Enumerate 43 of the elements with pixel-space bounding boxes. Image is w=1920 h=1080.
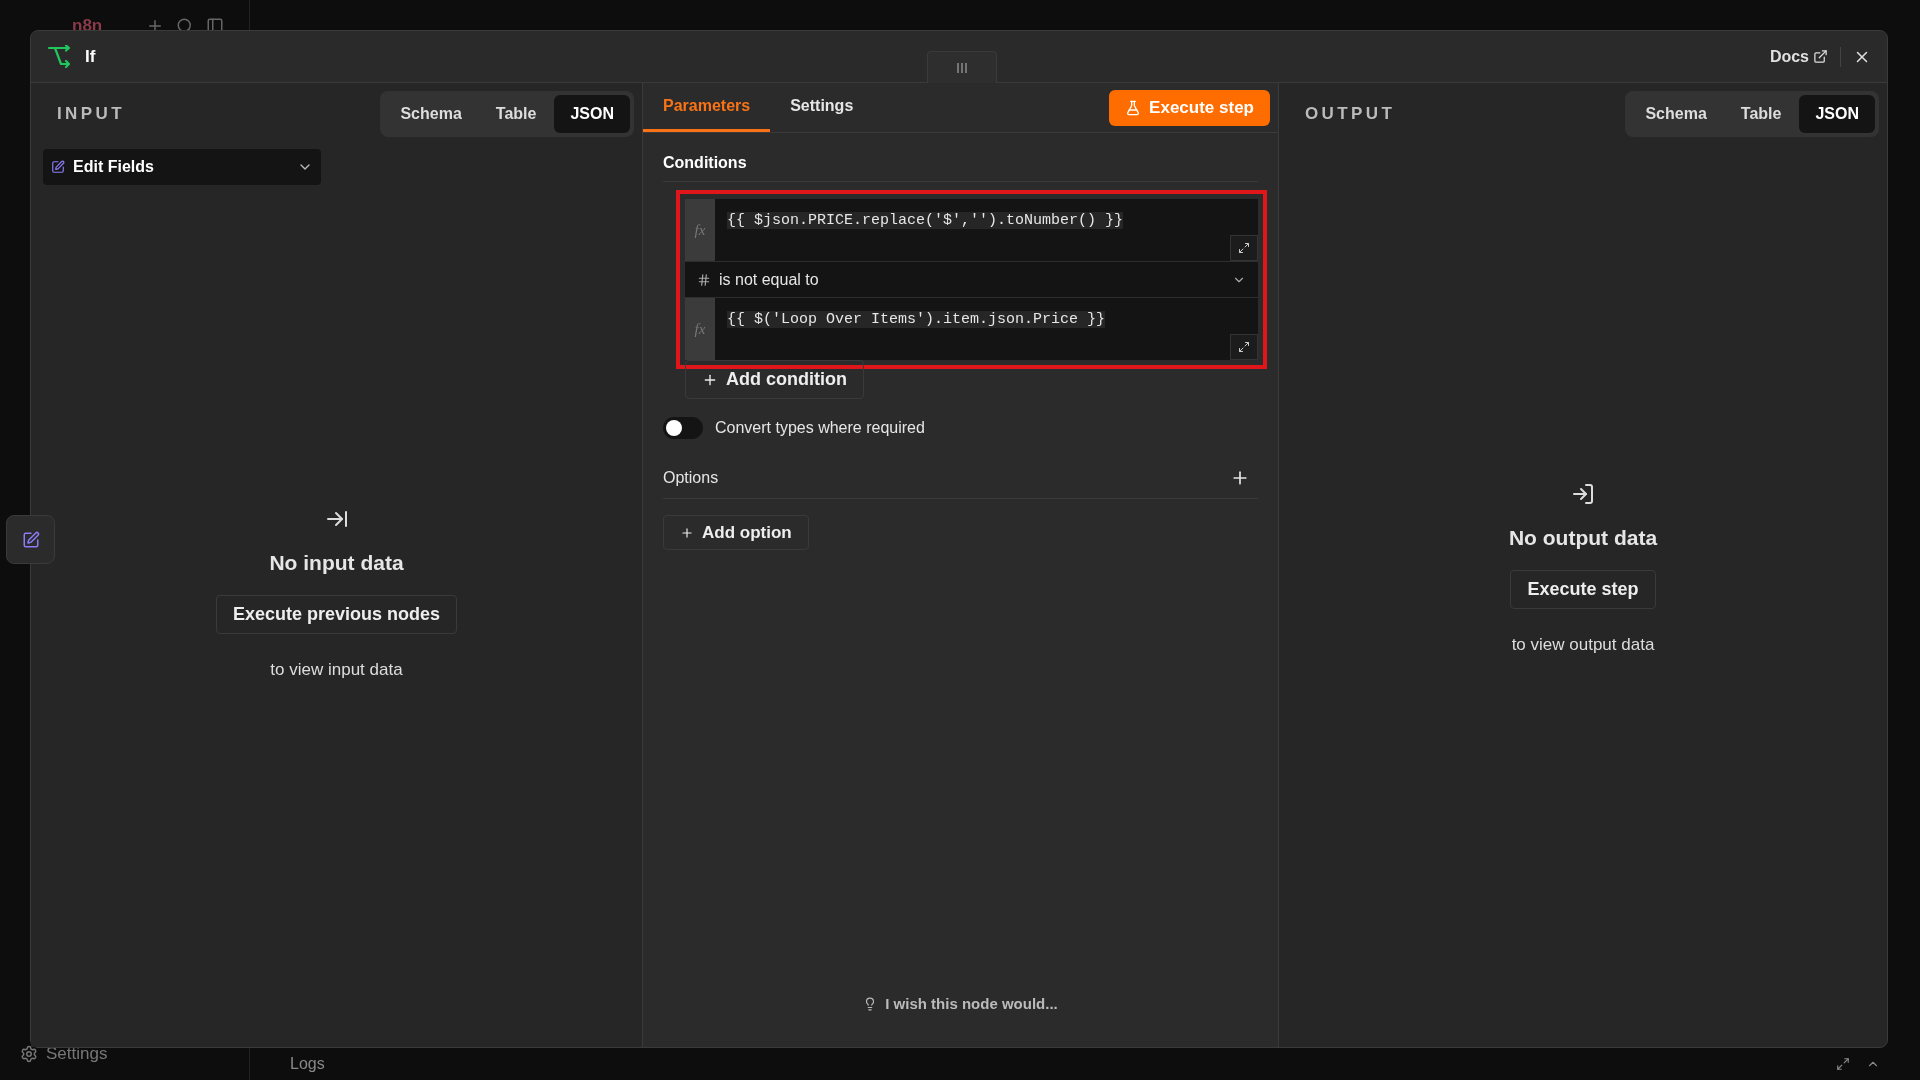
execute-step-button[interactable]: Execute step xyxy=(1510,569,1656,609)
operator-select[interactable]: is not equal to xyxy=(685,261,1258,298)
toggle-switch[interactable] xyxy=(663,417,703,439)
fx-icon: fx xyxy=(685,199,715,261)
settings-icon[interactable] xyxy=(20,1045,38,1063)
section-heading: Options xyxy=(663,468,719,488)
empty-title: No input data xyxy=(269,550,404,576)
toggle-label: Convert types where required xyxy=(715,418,925,438)
empty-hint: to view output data xyxy=(1511,633,1655,656)
output-arrow-icon xyxy=(1571,482,1595,506)
view-tab[interactable]: Table xyxy=(1724,95,1798,133)
branch-icon xyxy=(47,44,73,69)
drag-handle[interactable] xyxy=(927,51,997,83)
param-tab[interactable]: Parameters xyxy=(643,82,771,132)
view-tab[interactable]: Table xyxy=(479,95,553,133)
section-heading: Conditions xyxy=(663,151,1258,182)
fx-icon: fx xyxy=(685,298,715,360)
view-tab[interactable]: Schema xyxy=(1629,95,1723,133)
view-tab[interactable]: Schema xyxy=(384,95,478,133)
execute-previous-button[interactable]: Execute previous nodes xyxy=(215,594,458,634)
expand-icon[interactable] xyxy=(1230,334,1258,360)
node-badge[interactable] xyxy=(6,515,55,564)
feedback-link[interactable]: I wish this node would... xyxy=(885,992,1058,1015)
empty-title: No output data xyxy=(1508,525,1658,551)
dialog-title: If xyxy=(85,45,96,68)
external-link-icon xyxy=(1813,49,1828,64)
view-tab[interactable]: JSON xyxy=(1799,95,1875,133)
expand-icon[interactable] xyxy=(1230,235,1258,261)
add-condition-button[interactable]: Add condition xyxy=(685,360,864,399)
plus-icon xyxy=(680,525,694,540)
flask-icon xyxy=(1125,99,1142,116)
docs-link[interactable]: Docs xyxy=(1769,44,1828,69)
edit-icon xyxy=(51,160,65,174)
param-tab[interactable]: Settings xyxy=(770,82,874,132)
popout-icon[interactable] xyxy=(1836,1057,1850,1071)
view-tab[interactable]: JSON xyxy=(554,95,630,133)
empty-hint: to view input data xyxy=(270,658,403,681)
node-select[interactable]: Edit Fields xyxy=(43,149,321,185)
panel-heading: INPUT xyxy=(57,103,125,126)
hash-icon xyxy=(697,272,711,287)
panel-heading: OUTPUT xyxy=(1305,103,1396,126)
add-option-button[interactable]: Add option xyxy=(663,515,809,550)
logs-label[interactable]: Logs xyxy=(290,1052,325,1076)
